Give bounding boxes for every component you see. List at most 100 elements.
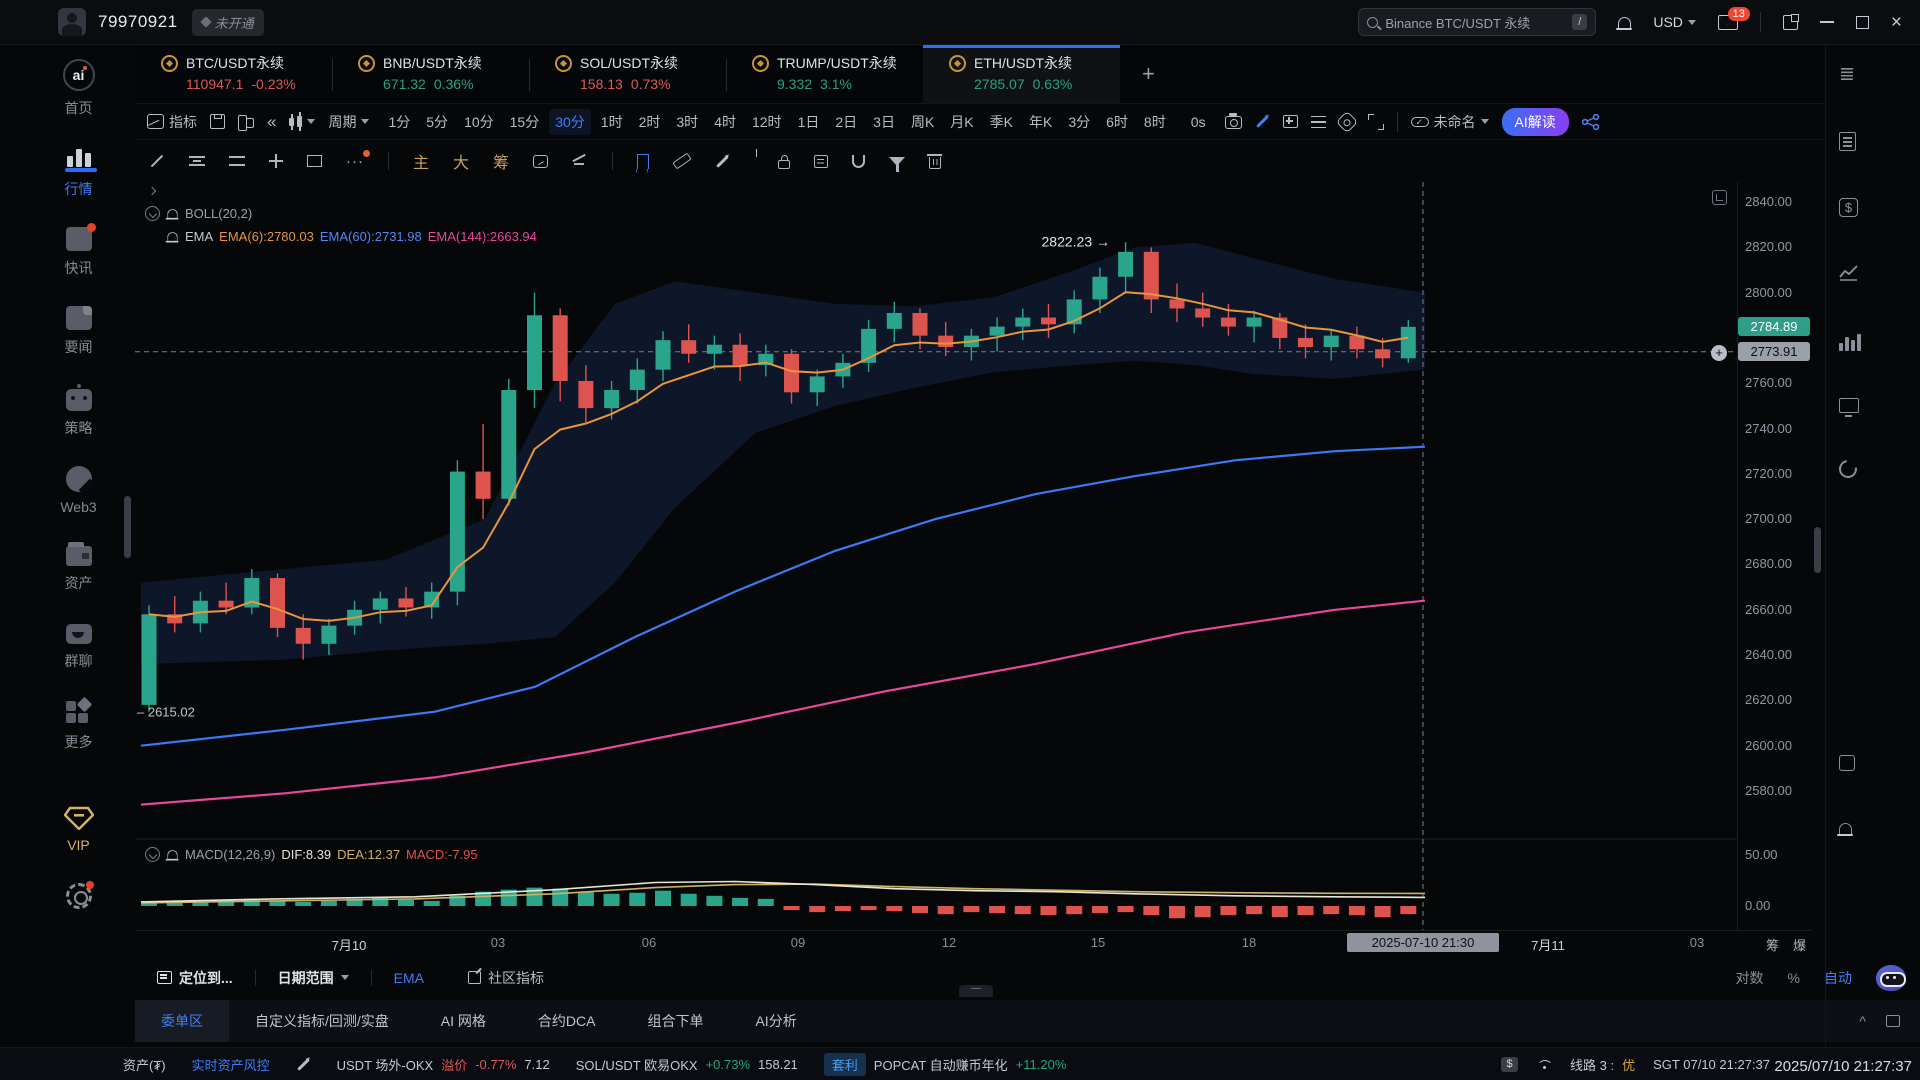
messages-icon[interactable]: 13 bbox=[1718, 15, 1738, 30]
timeframe-button[interactable]: 3日 bbox=[867, 109, 901, 135]
settings-list-icon[interactable] bbox=[1311, 116, 1326, 128]
main-chart-button[interactable]: 主 bbox=[413, 149, 429, 173]
pen-tool-icon[interactable] bbox=[716, 155, 729, 168]
timeframe-button[interactable]: 1时 bbox=[595, 109, 629, 135]
timeframe-button[interactable]: 2时 bbox=[633, 109, 667, 135]
timeframe-button[interactable]: 2日 bbox=[829, 109, 863, 135]
timeframe-button[interactable]: 8时 bbox=[1138, 109, 1172, 135]
trendline-tool-icon[interactable] bbox=[151, 155, 164, 168]
more-tools-icon[interactable]: ··· bbox=[346, 153, 364, 170]
risk-monitor-link[interactable]: 实时资产风控 bbox=[192, 1055, 270, 1074]
monitor-panel-icon[interactable] bbox=[1839, 398, 1859, 413]
pane-collapse-chevron[interactable] bbox=[149, 188, 155, 194]
sidebar-item-flashnews[interactable]: 快讯 bbox=[44, 227, 114, 278]
compare-layout-icon[interactable] bbox=[238, 115, 254, 129]
horizontal-lines-icon[interactable] bbox=[229, 156, 245, 166]
note-edit-icon[interactable] bbox=[814, 155, 828, 168]
tab-order-zone[interactable]: 委单区 bbox=[135, 1000, 229, 1042]
add-ticker-button[interactable]: + bbox=[1142, 61, 1155, 87]
sidebar-item-market[interactable]: 行情 bbox=[44, 146, 114, 199]
timeframe-button[interactable]: 30分 bbox=[549, 109, 591, 135]
liquidation-axis-button[interactable]: 爆 bbox=[1793, 935, 1806, 954]
alert-bell-icon[interactable] bbox=[167, 850, 177, 859]
left-scroll-grip[interactable] bbox=[124, 496, 131, 558]
candle-style-selector[interactable] bbox=[289, 114, 315, 130]
date-range-dropdown[interactable]: 日期范围 bbox=[256, 968, 371, 988]
vip-status-badge[interactable]: 未开通 bbox=[192, 9, 264, 36]
price-axis[interactable]: 2840.002820.002800.002760.002740.002720.… bbox=[1737, 182, 1812, 930]
chart-settings-icon[interactable] bbox=[1335, 110, 1358, 133]
sidebar-item-headlines[interactable]: 要闻 bbox=[44, 306, 114, 357]
share-icon[interactable] bbox=[1582, 114, 1600, 130]
draw-pencil-icon[interactable] bbox=[1256, 115, 1269, 128]
help-icon[interactable]: $ bbox=[1501, 1057, 1518, 1072]
boll-indicator-row[interactable]: BOLL(20,2) bbox=[145, 206, 252, 221]
timeframe-button[interactable]: 月K bbox=[944, 109, 979, 135]
sidebar-item-web3[interactable]: Web3 bbox=[44, 466, 114, 515]
search-input[interactable]: Binance BTC/USDT 永续 / bbox=[1358, 8, 1596, 36]
tab-ai-grid[interactable]: AI 网格 bbox=[415, 1000, 512, 1042]
timeframe-button[interactable]: 12时 bbox=[746, 109, 788, 135]
rewind-icon[interactable]: « bbox=[267, 112, 276, 132]
percent-scale-toggle[interactable]: % bbox=[1788, 970, 1800, 986]
save-layout-icon[interactable] bbox=[210, 114, 225, 129]
sidebar-item-groupchat[interactable]: 群聊 bbox=[44, 621, 114, 671]
add-pane-icon[interactable] bbox=[1283, 115, 1298, 128]
ai-analysis-button[interactable]: AI解读 bbox=[1502, 108, 1569, 136]
timeframe-button[interactable]: 1分 bbox=[382, 109, 416, 135]
widget-panel-icon[interactable] bbox=[1839, 755, 1855, 771]
chevron-down-circle-icon[interactable] bbox=[145, 847, 160, 862]
ema-indicator-row[interactable]: EMA EMA(6):2780.03 EMA(60):2731.98 EMA(1… bbox=[166, 229, 537, 244]
right-scroll-grip[interactable] bbox=[1814, 527, 1821, 573]
assets-label[interactable]: 资产(₮) bbox=[123, 1055, 166, 1074]
chart-canvas[interactable]: 2822.23 →– 2615.02 bbox=[135, 182, 1737, 930]
currency-selector[interactable]: USD bbox=[1653, 14, 1696, 30]
filter-icon[interactable] bbox=[889, 157, 905, 166]
timeframe-button[interactable]: 季K bbox=[984, 109, 1019, 135]
timeframe-button[interactable]: 3时 bbox=[670, 109, 704, 135]
ema-preset-button[interactable]: EMA bbox=[372, 970, 446, 986]
price-panel-icon[interactable]: $ bbox=[1839, 198, 1858, 217]
log-scale-toggle[interactable]: 对数 bbox=[1736, 968, 1764, 988]
timeframe-button[interactable]: 3分 bbox=[1062, 109, 1096, 135]
cross-tool-icon[interactable] bbox=[269, 154, 283, 168]
tab-ai-analysis[interactable]: AI分析 bbox=[729, 1000, 822, 1042]
notification-bell-icon[interactable] bbox=[1618, 17, 1631, 28]
crosshair-plus-button[interactable]: + bbox=[1711, 345, 1727, 361]
alert-bell-icon[interactable] bbox=[167, 232, 177, 241]
depth-panel-icon[interactable] bbox=[1839, 333, 1861, 351]
alerts-panel-icon[interactable] bbox=[1839, 823, 1852, 834]
timeframe-0s[interactable]: 0s bbox=[1185, 111, 1212, 133]
ticker-tab-bnb[interactable]: BNB/USDT永续 671.320.36% bbox=[332, 45, 529, 103]
maximize-icon[interactable] bbox=[1856, 16, 1869, 29]
panel-collapse-handle[interactable]: — bbox=[959, 985, 993, 997]
alert-bell-icon[interactable] bbox=[167, 209, 177, 218]
magnet-icon[interactable] bbox=[852, 155, 865, 168]
timeframe-button[interactable]: 5分 bbox=[420, 109, 454, 135]
lock-drawings-icon[interactable] bbox=[778, 160, 790, 169]
usdt-otc-quote[interactable]: USDT 场外-OKX 溢价 -0.77% 7.12 bbox=[337, 1055, 550, 1074]
timeframe-button[interactable]: 15分 bbox=[504, 109, 546, 135]
time-axis[interactable]: 7月100306091215187月1103 2025-07-10 21:30 … bbox=[135, 930, 1812, 955]
popout-window-icon[interactable] bbox=[1783, 15, 1798, 30]
parallel-channel-icon[interactable] bbox=[189, 156, 205, 166]
delete-drawings-icon[interactable] bbox=[929, 157, 941, 169]
sidebar-item-home[interactable]: ai 首页 bbox=[44, 59, 114, 118]
tab-custom-indicators[interactable]: 自定义指标/回测/实盘 bbox=[229, 1000, 415, 1042]
timeframe-button[interactable]: 1日 bbox=[792, 109, 826, 135]
swap-panel-icon[interactable] bbox=[1835, 456, 1860, 481]
tab-contract-dca[interactable]: 合约DCA bbox=[512, 1000, 622, 1042]
sidebar-item-assets[interactable]: 资产 bbox=[44, 543, 114, 593]
locate-button[interactable]: 定位到... bbox=[135, 968, 255, 988]
camera-icon[interactable] bbox=[1225, 116, 1242, 129]
watchlist-icon[interactable]: ≣ bbox=[1839, 63, 1861, 85]
timeframe-button[interactable]: 6时 bbox=[1100, 109, 1134, 135]
signal-panel-icon[interactable] bbox=[1839, 264, 1859, 282]
timeframe-button[interactable]: 4时 bbox=[708, 109, 742, 135]
network-line-status[interactable]: 线路 3 : 优 bbox=[1570, 1055, 1635, 1074]
sol-quote[interactable]: SOL/USDT 欧易OKX +0.73% 158.21 bbox=[576, 1055, 798, 1074]
macd-indicator-row[interactable]: MACD(12,26,9) DIF:8.39 DEA:12.37 MACD:-7… bbox=[145, 847, 478, 862]
chip-distribution-button[interactable]: 筹 bbox=[493, 149, 509, 173]
sidebar-item-vip[interactable]: VIP bbox=[44, 806, 114, 853]
pane-maximize-icon[interactable] bbox=[1712, 190, 1727, 205]
